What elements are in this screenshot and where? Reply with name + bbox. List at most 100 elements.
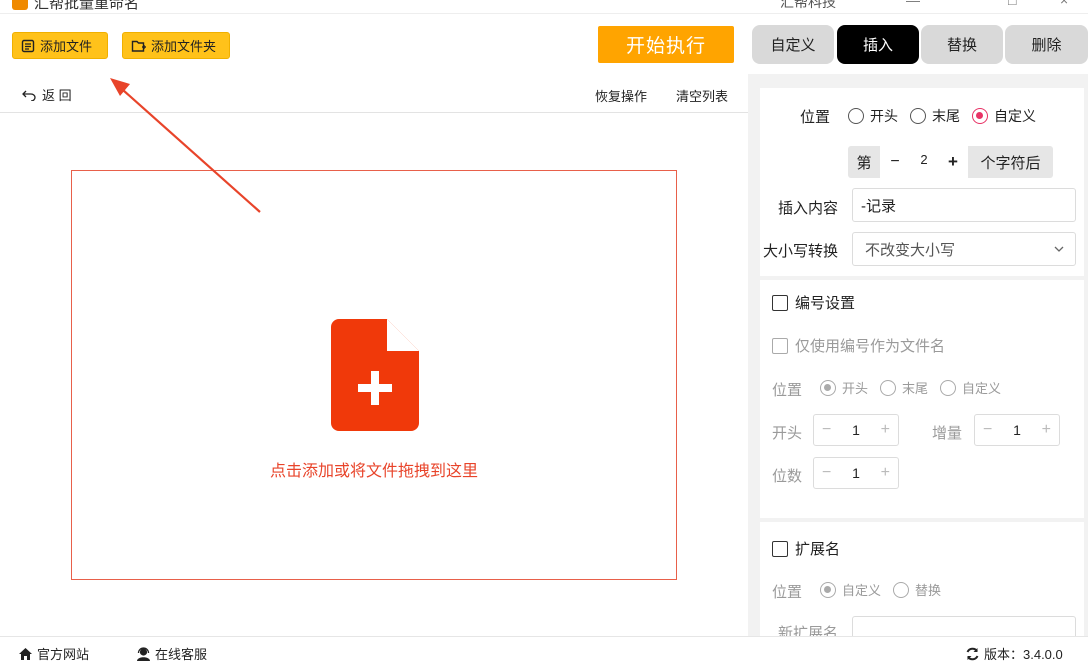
extension-radio-custom[interactable] xyxy=(820,581,836,598)
char-position-value[interactable]: 2 xyxy=(910,152,938,167)
new-extension-label: 新扩展名 xyxy=(778,625,839,636)
nth-prefix: 第 xyxy=(856,154,872,172)
new-extension-input[interactable] xyxy=(852,616,1076,636)
insert-content-label: 插入内容 xyxy=(778,200,839,217)
number-position-end[interactable]: 末尾 xyxy=(880,378,928,397)
number-radio-custom[interactable] xyxy=(940,379,957,396)
close-icon[interactable]: × xyxy=(1060,0,1068,8)
undo-arrow-icon xyxy=(22,90,36,101)
number-position-radio-group: 开头 末尾 自定义 xyxy=(820,378,1013,397)
increment-button[interactable]: + xyxy=(938,152,968,172)
case-convert-label: 大小写转换 xyxy=(763,243,839,260)
radio-start[interactable] xyxy=(848,108,864,124)
add-file-label: 添加文件 xyxy=(40,39,93,54)
settings-panel: 位置 开头 末尾 自定义 第 − 2 + 个字符后 插入内容 -记录 大小写转换… xyxy=(748,74,1088,636)
mode-tabs: 自定义 插入 替换 删除 xyxy=(752,25,1088,65)
numbering-settings-card: 编号设置 仅使用编号作为文件名 位置 开头 末尾 自定义 开头 − 1 + 增量… xyxy=(760,280,1084,518)
start-number-label: 开头 xyxy=(772,425,803,442)
support-link[interactable]: 在线客服 xyxy=(136,644,207,663)
add-folder-button[interactable]: 添加文件夹 xyxy=(122,32,230,59)
extension-radio-group: 自定义 替换 xyxy=(820,580,953,599)
tab-replace[interactable]: 替换 xyxy=(921,25,1003,64)
digits-increment-button[interactable]: + xyxy=(881,464,890,482)
add-file-button[interactable]: 添加文件 xyxy=(12,32,108,59)
only-number-check-box[interactable] xyxy=(772,337,788,354)
chevron-down-icon xyxy=(1054,246,1064,252)
app-logo-icon xyxy=(12,0,28,10)
only-number-checkbox[interactable]: 仅使用编号作为文件名 xyxy=(772,335,945,356)
tab-delete[interactable]: 删除 xyxy=(1005,25,1088,64)
case-convert-select[interactable]: 不改变大小写 xyxy=(852,232,1076,266)
numbering-checkbox[interactable]: 编号设置 xyxy=(772,292,855,313)
window-title: 汇帮批量重命名 xyxy=(34,0,140,12)
customer-service-icon xyxy=(137,646,150,661)
extension-option-custom[interactable]: 自定义 xyxy=(820,580,881,599)
position-radio-group: 开头 末尾 自定义 xyxy=(848,106,1048,126)
digits-value[interactable]: 1 xyxy=(852,465,860,481)
clear-list-button[interactable]: 清空列表 xyxy=(676,86,728,105)
add-file-icon xyxy=(21,39,35,52)
increment-increment-button[interactable]: + xyxy=(1042,421,1051,439)
status-footer: 官方网站 在线客服 版本：3.4.0.0 xyxy=(0,636,1088,666)
digits-label: 位数 xyxy=(772,468,803,485)
number-position-custom[interactable]: 自定义 xyxy=(940,378,1001,397)
sub-toolbar: 返 回 恢复操作 清空列表 xyxy=(0,76,748,113)
digits-stepper[interactable]: − 1 + xyxy=(813,457,899,489)
start-decrement-button[interactable]: − xyxy=(822,421,831,439)
position-option-start[interactable]: 开头 xyxy=(848,106,898,126)
minimize-icon[interactable]: — xyxy=(906,0,920,8)
start-number-value[interactable]: 1 xyxy=(852,422,860,438)
position-label: 位置 xyxy=(800,109,831,126)
radio-end[interactable] xyxy=(910,108,926,124)
number-position-label: 位置 xyxy=(772,382,803,399)
drop-hint-text: 点击添加或将文件拖拽到这里 xyxy=(269,463,478,480)
extension-position-label: 位置 xyxy=(772,584,803,601)
increment-label: 增量 xyxy=(932,425,963,442)
increment-decrement-button[interactable]: − xyxy=(983,421,992,439)
digits-decrement-button[interactable]: − xyxy=(822,464,831,482)
home-icon xyxy=(19,647,32,660)
toolbar: 添加文件 添加文件夹 开始执行 xyxy=(0,14,748,74)
char-position-control: 第 − 2 + 个字符后 xyxy=(848,146,1053,178)
restore-button[interactable]: 恢复操作 xyxy=(595,86,647,105)
char-position-stepper: − 2 + xyxy=(880,146,968,178)
refresh-icon xyxy=(966,647,979,660)
add-document-icon xyxy=(331,319,419,431)
title-bar: 汇帮批量重命名 汇帮科技 — □ × xyxy=(0,0,1088,14)
start-number-stepper[interactable]: − 1 + xyxy=(813,414,899,446)
number-radio-start[interactable] xyxy=(820,379,836,396)
tab-insert[interactable]: 插入 xyxy=(837,25,919,64)
file-drop-zone[interactable]: 点击添加或将文件拖拽到这里 xyxy=(71,170,677,580)
website-link[interactable]: 官方网站 xyxy=(18,644,89,663)
app-window: 汇帮批量重命名 汇帮科技 — □ × 添加文件 添加文件夹 开始执行 自定义 插… xyxy=(0,0,1088,666)
numbering-title: 编号设置 xyxy=(795,295,856,312)
position-option-end[interactable]: 末尾 xyxy=(910,106,960,126)
extension-checkbox[interactable]: 扩展名 xyxy=(772,538,840,559)
decrement-button[interactable]: − xyxy=(880,153,910,171)
start-increment-button[interactable]: + xyxy=(881,421,890,439)
extension-settings-card: 扩展名 位置 自定义 替换 新扩展名 xyxy=(760,522,1084,636)
numbering-check-box[interactable] xyxy=(772,294,788,311)
maximize-icon[interactable]: □ xyxy=(1008,0,1016,8)
add-folder-label: 添加文件夹 xyxy=(151,39,217,54)
tab-custom[interactable]: 自定义 xyxy=(752,25,834,64)
only-number-label: 仅使用编号作为文件名 xyxy=(795,338,946,355)
extension-check-box[interactable] xyxy=(772,540,788,557)
brand-text: 汇帮科技 xyxy=(780,0,836,10)
radio-custom[interactable] xyxy=(972,108,988,124)
back-button[interactable]: 返 回 xyxy=(22,85,72,104)
extension-title: 扩展名 xyxy=(795,541,841,558)
version-info: 版本：3.4.0.0 xyxy=(965,644,1063,663)
back-label: 返 回 xyxy=(42,88,72,103)
extension-option-replace[interactable]: 替换 xyxy=(893,580,941,599)
insert-content-input[interactable]: -记录 xyxy=(852,188,1076,222)
number-position-start[interactable]: 开头 xyxy=(820,378,868,397)
extension-radio-replace[interactable] xyxy=(893,581,910,598)
increment-value[interactable]: 1 xyxy=(1013,422,1021,438)
insert-settings-card: 位置 开头 末尾 自定义 第 − 2 + 个字符后 插入内容 -记录 大小写转换… xyxy=(760,88,1084,276)
start-button[interactable]: 开始执行 xyxy=(598,26,734,63)
number-radio-end[interactable] xyxy=(880,379,897,396)
case-convert-value: 不改变大小写 xyxy=(865,241,956,259)
position-option-custom[interactable]: 自定义 xyxy=(972,106,1036,126)
increment-stepper[interactable]: − 1 + xyxy=(974,414,1060,446)
